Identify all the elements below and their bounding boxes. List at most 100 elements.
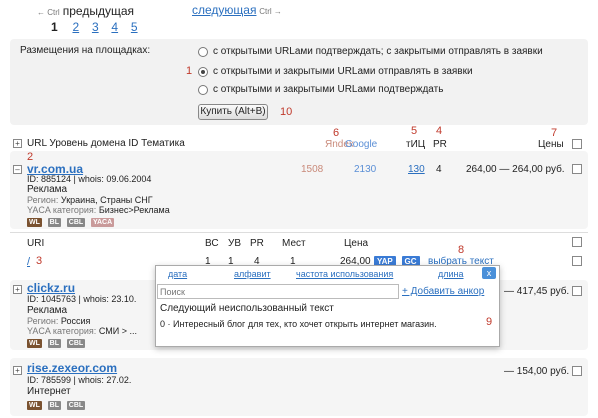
close-icon[interactable]: x [482, 267, 496, 279]
marker-10: 10 [280, 106, 293, 118]
placement-option-0: с открытыми URLами подтверждать; с закры… [213, 46, 543, 57]
site-price: — 154,00 руб. [504, 366, 570, 377]
tag-cbl[interactable]: CBL [66, 339, 86, 348]
marker-7: 7 [551, 127, 558, 139]
placement-option-1: с открытыми и закрытыми URLами отправлят… [213, 66, 473, 77]
buy-button[interactable]: Купить (Alt+B) [198, 104, 268, 120]
site-price: 264,00 — 264,00 руб. [466, 164, 565, 175]
sort-frequency[interactable]: частота использования [296, 269, 393, 279]
placement-radio-1[interactable] [198, 67, 208, 77]
page-numbers: 1 2 3 4 5 [51, 20, 148, 34]
site-tags: WL BL CBL [27, 399, 88, 410]
site-id-line: ID: 885124 | whois: 09.06.2004 [27, 174, 152, 184]
prev-hint: ← Ctrl [37, 8, 60, 17]
tag-wl[interactable]: WL [27, 218, 42, 227]
placement-radio-0[interactable] [198, 47, 208, 57]
sort-alphabet[interactable]: алфавит [234, 269, 271, 279]
site-topic: Реклама [27, 184, 68, 195]
marker-9: 9 [486, 316, 493, 328]
marker-6: 6 [333, 127, 340, 139]
marker-8: 8 [458, 244, 465, 256]
yaca-label: YACA категория: [27, 205, 97, 215]
text-option[interactable]: 0 · Интересный блог для тех, кто хочет о… [160, 319, 437, 329]
select-all-checkbox[interactable] [572, 139, 582, 149]
sub-header-uv: УВ [228, 238, 242, 249]
sub-header-uri: URI [27, 238, 45, 249]
tag-cbl[interactable]: CBL [66, 218, 86, 227]
tag-bl[interactable]: BL [47, 401, 62, 410]
site-yandex: 1508 [301, 164, 324, 175]
yaca-value: Бизнес>Реклама [98, 205, 170, 215]
tag-cbl[interactable]: CBL [66, 401, 86, 410]
yaca-label: YACA категория: [27, 326, 97, 336]
sub-header-bc: ВС [205, 238, 219, 249]
marker-1: 1 [186, 65, 193, 77]
expand-icon[interactable]: + [13, 366, 22, 375]
site-yaca: YACA категория: Бизнес>Реклама [27, 205, 170, 215]
page-link[interactable]: 4 [111, 20, 118, 34]
collapse-icon[interactable]: – [13, 165, 22, 174]
header-tic[interactable]: тИЦ [406, 139, 425, 150]
site-checkbox[interactable] [572, 366, 582, 376]
next-link[interactable]: следующая [192, 3, 256, 17]
marker-5: 5 [411, 125, 418, 137]
expand-all-icon[interactable]: + [13, 139, 22, 148]
header-google[interactable]: Google [345, 139, 377, 150]
marker-4: 4 [436, 125, 443, 137]
region-label: Регион: [27, 316, 59, 326]
site-yaca: YACA категория: СМИ > ... [27, 326, 137, 336]
sub-select-all-checkbox[interactable] [572, 237, 582, 247]
placement-radio-2[interactable] [198, 85, 208, 95]
site-tic[interactable]: 130 [408, 164, 425, 175]
site-id-line: ID: 785599 | whois: 27.02. [27, 375, 132, 385]
header-price: Цены [538, 139, 564, 150]
sort-date[interactable]: дата [168, 269, 187, 279]
site-region: Регион: Украина, Страны СНГ [27, 195, 153, 205]
sub-row-checkbox[interactable] [572, 256, 582, 266]
placement-option-2: с открытыми и закрытыми URLами подтвержд… [213, 84, 444, 95]
site-pr: 4 [436, 164, 442, 175]
pager-next[interactable]: следующая Ctrl → [192, 3, 282, 17]
tag-wl[interactable]: WL [27, 401, 42, 410]
site-url[interactable]: rise.zexeor.com [27, 361, 117, 375]
prev-label: предыдущая [62, 4, 134, 18]
sub-header-price: Цена [344, 238, 369, 249]
sub-header-pr: PR [250, 238, 264, 249]
pager-prev[interactable]: ← Ctrl предыдущая [37, 4, 134, 18]
site-url[interactable]: clickz.ru [27, 281, 75, 295]
page-link[interactable]: 2 [72, 20, 79, 34]
region-value: Украина, Страны СНГ [60, 195, 153, 205]
site-topic: Интернет [27, 386, 71, 397]
page-link[interactable]: 3 [92, 20, 99, 34]
placement-label: Размещения на площадках: [20, 45, 151, 56]
site-topic: Реклама [27, 305, 68, 316]
site-id-line: ID: 1045763 | whois: 23.10. [27, 294, 137, 304]
tag-wl[interactable]: WL [27, 339, 42, 348]
text-chooser-popup: дата алфавит частота использования длина… [155, 265, 500, 347]
tag-bl[interactable]: BL [47, 339, 62, 348]
search-input[interactable] [157, 284, 399, 299]
next-hint: Ctrl → [259, 7, 282, 16]
tag-bl[interactable]: BL [47, 218, 62, 227]
region-value: Россия [60, 316, 91, 326]
site-checkbox[interactable] [572, 286, 582, 296]
tag-yaca[interactable]: YACA [90, 218, 115, 227]
site-tags: WL BL CBL [27, 337, 88, 348]
site-tags: WL BL CBL YACA [27, 216, 117, 227]
next-unused-text[interactable]: Следующий неиспользованный текст [160, 303, 334, 314]
site-google: 2130 [354, 164, 377, 175]
yaca-value: СМИ > ... [98, 326, 137, 336]
region-label: Регион: [27, 195, 59, 205]
add-anchor-link[interactable]: + Добавить анкор [402, 286, 484, 297]
header-columns: URL Уровень домена ID Тематика [27, 138, 185, 149]
site-region: Регион: Россия [27, 316, 90, 326]
sub-uri-link[interactable]: / [27, 256, 30, 268]
sort-length[interactable]: длина [438, 269, 464, 279]
site-checkbox[interactable] [572, 164, 582, 174]
page-link[interactable]: 5 [131, 20, 138, 34]
page-current: 1 [51, 20, 58, 34]
header-pr[interactable]: PR [433, 139, 447, 150]
site-price: — 417,45 руб. [504, 286, 570, 297]
marker-3: 3 [36, 255, 43, 267]
expand-icon[interactable]: + [13, 285, 22, 294]
